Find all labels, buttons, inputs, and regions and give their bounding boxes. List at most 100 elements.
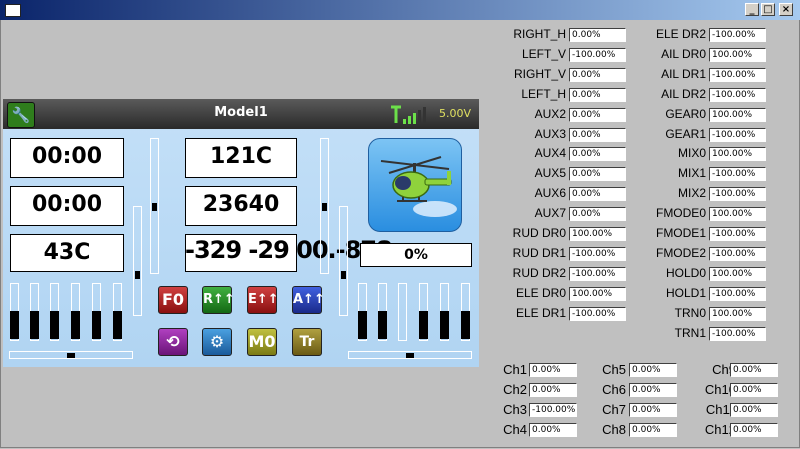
channel-value[interactable]: 0.00% bbox=[529, 383, 577, 397]
param-label: RUD DR1 bbox=[512, 245, 566, 260]
param-value[interactable]: 0.00% bbox=[569, 167, 626, 182]
throttle-percent: 0% bbox=[360, 243, 472, 267]
param-value[interactable]: -100.00% bbox=[569, 266, 626, 281]
trim-track-right-outer[interactable] bbox=[339, 206, 348, 316]
param-value[interactable]: 100.00% bbox=[709, 107, 766, 122]
param-value[interactable]: -100.00% bbox=[709, 67, 766, 82]
param-label: ELE DR1 bbox=[515, 305, 566, 320]
channel-value[interactable]: -100.00% bbox=[529, 403, 577, 417]
param-label: ELE DR2 bbox=[655, 27, 706, 41]
channel-value[interactable]: 0.00% bbox=[629, 403, 677, 417]
param-label: TRN1 bbox=[674, 325, 706, 340]
param-value[interactable]: 0.00% bbox=[569, 107, 626, 122]
aileron-rate-button[interactable]: A↑↑ bbox=[292, 286, 325, 314]
trim-track-left-outer[interactable] bbox=[133, 206, 142, 316]
param-value[interactable]: 100.00% bbox=[709, 147, 766, 162]
gear-icon[interactable]: ⚙ bbox=[202, 328, 232, 356]
param-value[interactable]: -100.00% bbox=[569, 306, 626, 321]
voltage-readout: 5.00V bbox=[439, 107, 472, 120]
cycle-icon[interactable]: ⟲ bbox=[158, 328, 188, 356]
helicopter-icon bbox=[368, 138, 462, 232]
param-label: FMODE2 bbox=[655, 245, 706, 260]
channel-label: Ch7 bbox=[602, 402, 626, 417]
timer-2: 00:00 bbox=[10, 186, 124, 226]
channel-bar bbox=[461, 283, 470, 341]
param-label: MIX0 bbox=[677, 146, 706, 161]
channel-value[interactable]: 0.00% bbox=[730, 363, 778, 377]
maximize-button[interactable]: □ bbox=[761, 3, 775, 16]
param-value[interactable]: 100.00% bbox=[709, 47, 766, 62]
signal-icon bbox=[391, 105, 426, 124]
flight-mode-button[interactable]: F0 bbox=[158, 286, 188, 314]
param-value[interactable]: -100.00% bbox=[569, 47, 626, 62]
channel-value[interactable]: 0.00% bbox=[529, 423, 577, 437]
param-label: AUX3 bbox=[534, 126, 566, 141]
channel-value[interactable]: 0.00% bbox=[730, 423, 778, 437]
param-value[interactable]: 0.00% bbox=[569, 207, 626, 222]
close-button[interactable]: × bbox=[779, 3, 793, 16]
param-value[interactable]: -100.00% bbox=[709, 87, 766, 102]
channel-bar bbox=[10, 283, 19, 341]
channel-value[interactable]: 0.00% bbox=[629, 363, 677, 377]
trim-track-left-horizontal[interactable] bbox=[9, 351, 133, 359]
param-value[interactable]: 100.00% bbox=[569, 286, 626, 301]
channel-bar bbox=[113, 283, 122, 341]
param-label: HOLD0 bbox=[665, 265, 706, 280]
temperature-2: 121C bbox=[185, 138, 297, 178]
param-label: AUX2 bbox=[534, 106, 566, 121]
param-value[interactable]: 100.00% bbox=[709, 306, 766, 321]
channel-label: Ch3 bbox=[503, 402, 527, 417]
param-value[interactable]: 0.00% bbox=[569, 87, 626, 102]
param-value[interactable]: -100.00% bbox=[709, 187, 766, 202]
param-value[interactable]: -100.00% bbox=[709, 227, 766, 241]
lcd-header: 🔧 Model1 5.00V bbox=[3, 99, 479, 129]
channel-value[interactable]: 0.00% bbox=[730, 383, 778, 397]
param-label: ELE DR0 bbox=[515, 285, 566, 300]
channel-bar bbox=[50, 283, 59, 341]
trim-track-right-horizontal[interactable] bbox=[348, 351, 472, 359]
trainer-button[interactable]: Tr bbox=[292, 328, 322, 356]
channel-value[interactable]: 0.00% bbox=[629, 383, 677, 397]
minimize-button[interactable]: _ bbox=[745, 3, 759, 16]
param-value[interactable]: -100.00% bbox=[569, 246, 626, 261]
param-value[interactable]: 0.00% bbox=[569, 28, 626, 42]
counter-value: 23640 bbox=[185, 186, 297, 226]
channel-label: Ch8 bbox=[602, 422, 626, 437]
mix-mode-button[interactable]: M0 bbox=[247, 328, 277, 356]
param-label: AUX5 bbox=[534, 166, 566, 181]
param-label: HOLD1 bbox=[665, 285, 706, 300]
param-value[interactable]: 0.00% bbox=[569, 147, 626, 162]
elevator-rate-button[interactable]: E↑↑ bbox=[247, 286, 279, 314]
channel-label: Ch5 bbox=[602, 362, 626, 377]
param-value[interactable]: 0.00% bbox=[569, 127, 626, 142]
window-titlebar: _ □ × bbox=[0, 0, 800, 20]
trim-track-right-vertical[interactable] bbox=[320, 138, 329, 274]
channel-bar bbox=[30, 283, 39, 341]
channel-value[interactable]: 0.00% bbox=[629, 423, 677, 437]
param-value[interactable]: 100.00% bbox=[569, 227, 626, 241]
param-label: RIGHT_H bbox=[513, 27, 566, 41]
param-value[interactable]: 100.00% bbox=[709, 266, 766, 281]
param-label: RIGHT_V bbox=[513, 66, 566, 81]
param-label: AIL DR1 bbox=[661, 66, 706, 81]
temperature-1: 43C bbox=[10, 234, 124, 272]
timer-1: 00:00 bbox=[10, 138, 124, 178]
param-label: LEFT_H bbox=[521, 86, 566, 101]
param-value[interactable]: -100.00% bbox=[709, 286, 766, 301]
rudder-rate-button[interactable]: R↑↑ bbox=[202, 286, 235, 314]
trim-track-left-vertical[interactable] bbox=[150, 138, 159, 274]
param-value[interactable]: -100.00% bbox=[709, 167, 766, 182]
channel-label: Ch2 bbox=[503, 382, 527, 397]
param-label: FMODE0 bbox=[655, 206, 706, 221]
channel-value[interactable]: 0.00% bbox=[529, 363, 577, 377]
param-value[interactable]: 0.00% bbox=[569, 67, 626, 82]
param-value[interactable]: -100.00% bbox=[709, 28, 766, 42]
channel-bar bbox=[419, 283, 428, 341]
param-value[interactable]: 100.00% bbox=[709, 207, 766, 222]
channel-value[interactable]: 0.00% bbox=[730, 403, 778, 417]
channel-label: Ch6 bbox=[602, 382, 626, 397]
param-value[interactable]: 0.00% bbox=[569, 187, 626, 202]
param-value[interactable]: -100.00% bbox=[709, 326, 766, 341]
param-value[interactable]: -100.00% bbox=[709, 127, 766, 142]
param-value[interactable]: -100.00% bbox=[709, 246, 766, 261]
